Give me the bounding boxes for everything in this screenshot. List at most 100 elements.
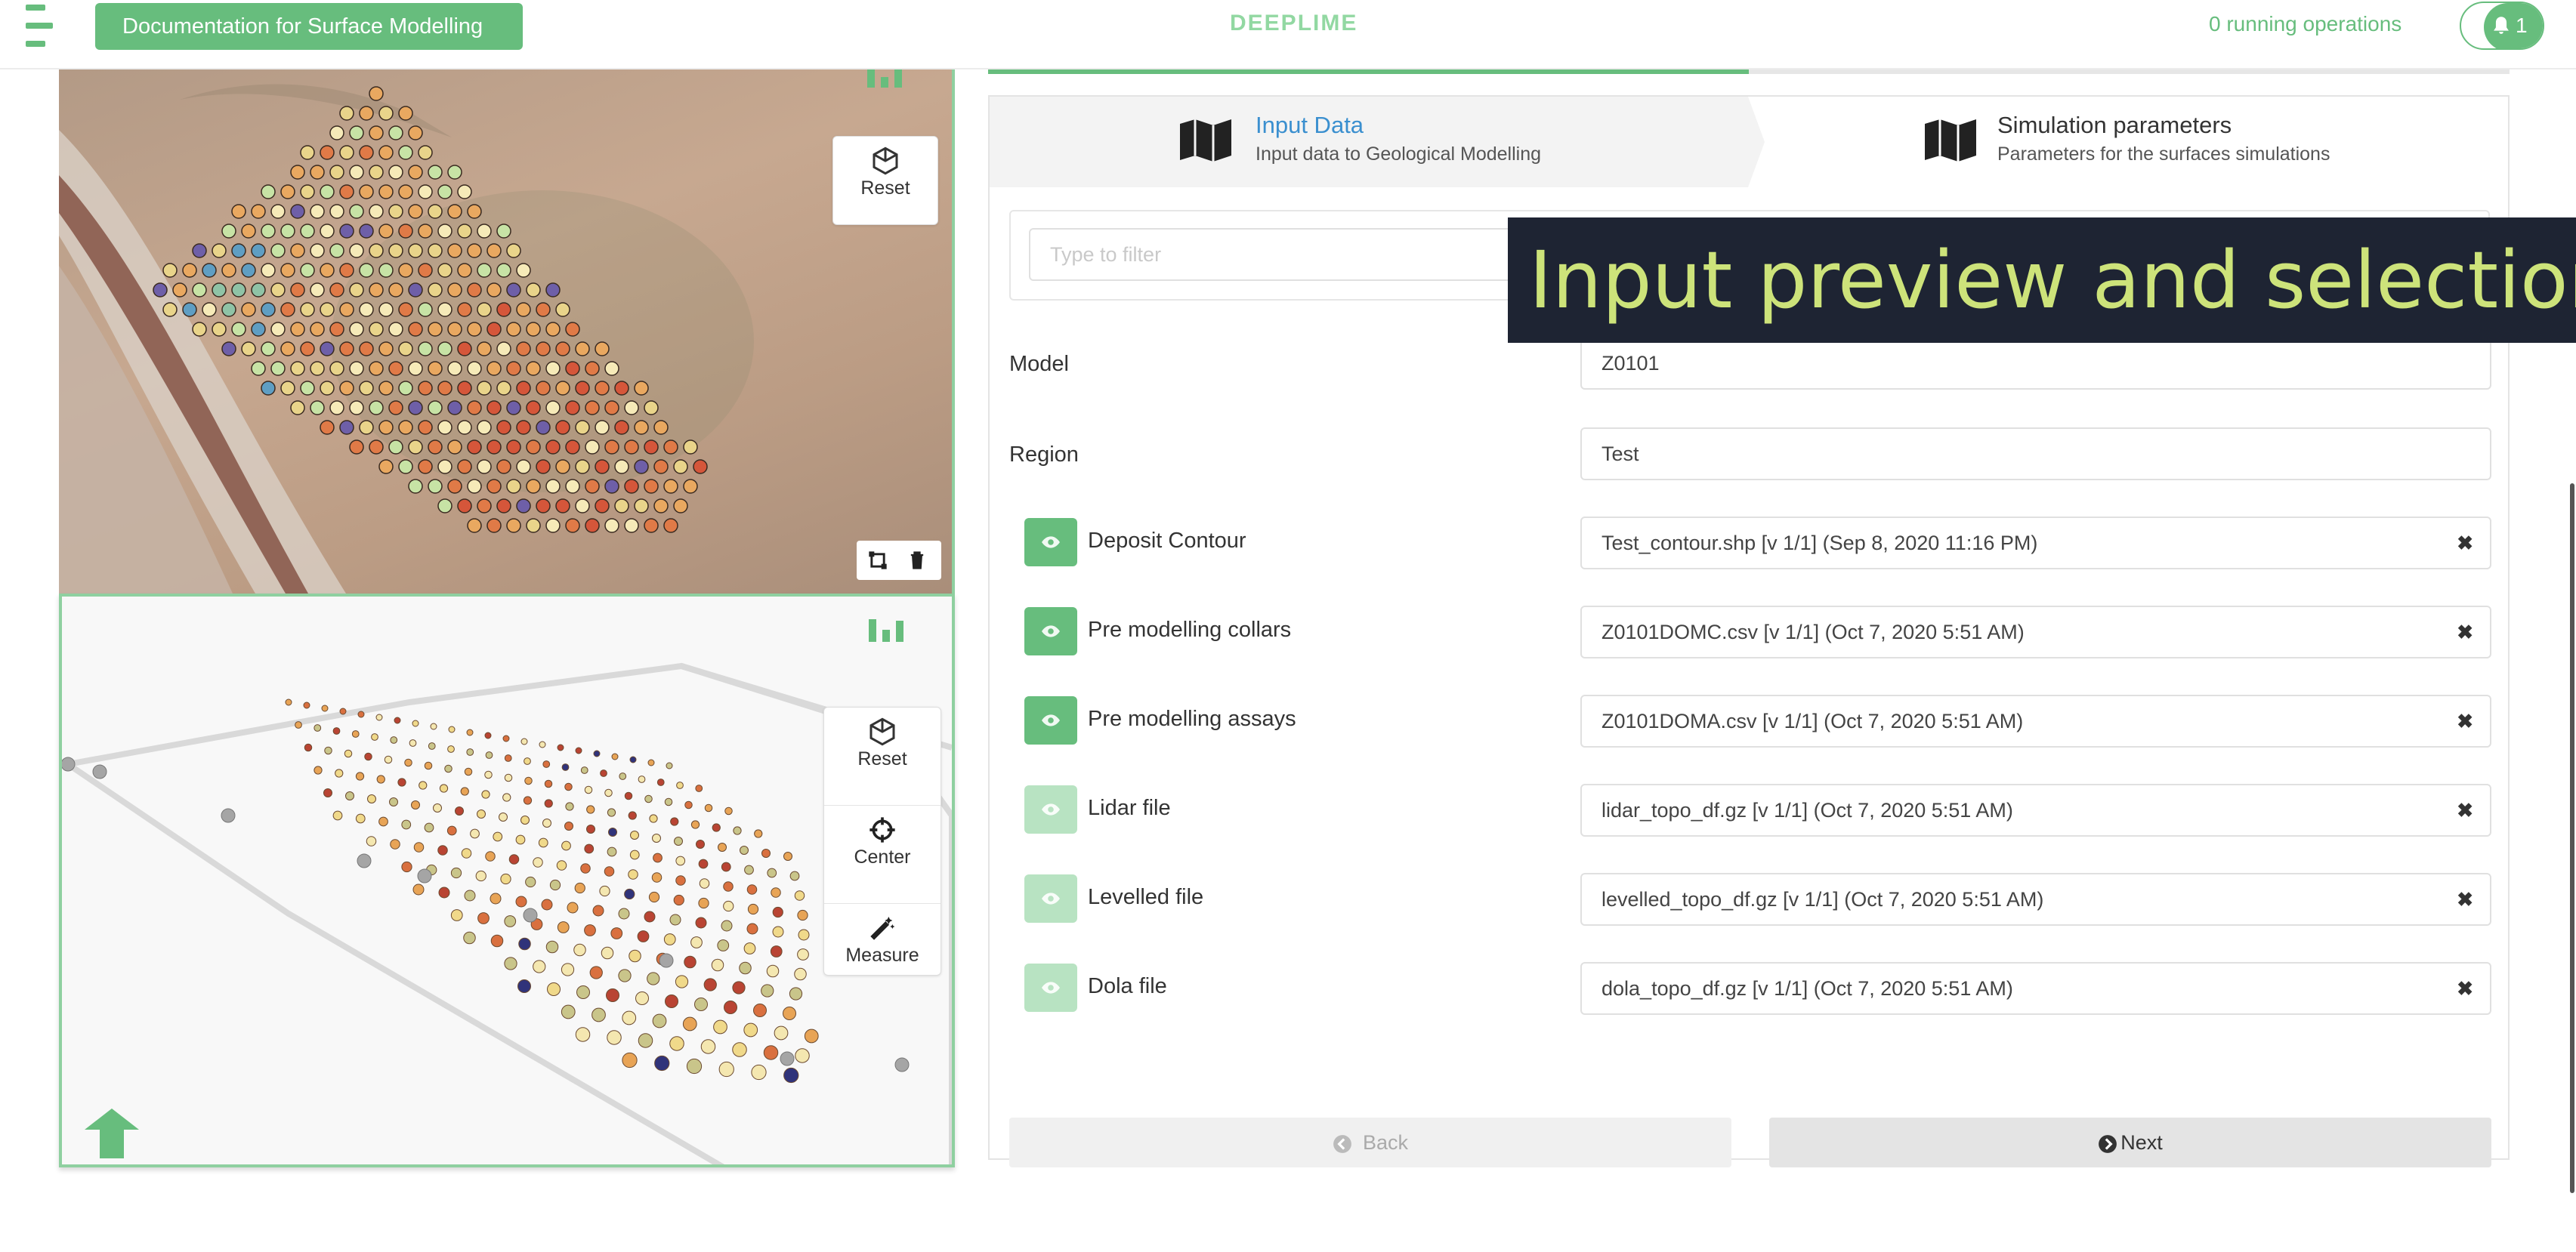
sample-point [486, 439, 502, 455]
sample-sphere [649, 814, 658, 823]
chart-toggle-icon[interactable] [866, 615, 908, 642]
collar-point [92, 764, 107, 779]
back-button[interactable]: Back [1009, 1118, 1731, 1167]
reset-view-button[interactable]: Reset [832, 136, 938, 225]
measure-button[interactable]: Measure [824, 913, 941, 1002]
model-label: Model [1009, 352, 1069, 376]
clear-icon[interactable]: ✖ [2457, 874, 2473, 924]
visibility-toggle[interactable] [1024, 607, 1077, 655]
sample-point [437, 224, 452, 239]
sample-sphere [339, 708, 347, 715]
step-input-data[interactable]: Input Data Input data to Geological Mode… [990, 97, 1765, 187]
sample-point [251, 204, 266, 219]
sample-sphere [698, 897, 709, 909]
sample-point [280, 263, 295, 278]
sample-sphere [630, 831, 639, 840]
sample-point [604, 518, 619, 533]
sample-point [467, 518, 482, 533]
sample-sphere [517, 979, 531, 993]
sample-sphere [437, 845, 448, 856]
progress-bar [988, 69, 2510, 74]
sample-point [506, 322, 521, 337]
sample-point [447, 165, 462, 180]
satellite-map[interactable]: Reset [59, 69, 955, 594]
step-simulation-parameters[interactable]: Simulation parameters Parameters for the… [1748, 97, 2508, 187]
sample-point [369, 86, 384, 101]
sample-point [398, 145, 413, 160]
sample-point [585, 518, 600, 533]
sample-sphere [629, 756, 637, 763]
input-file-select[interactable]: levelled_topo_df.gz [v 1/1] (Oct 7, 2020… [1580, 873, 2491, 926]
sample-sphere [545, 940, 559, 954]
clear-icon[interactable]: ✖ [2457, 964, 2473, 1013]
sample-point [457, 381, 472, 396]
visibility-toggle[interactable] [1024, 518, 1077, 566]
visibility-toggle[interactable] [1024, 696, 1077, 745]
model-field[interactable]: Z0101 [1580, 337, 2491, 390]
sample-point [408, 282, 423, 298]
sample-point [290, 282, 305, 298]
sample-point [270, 282, 286, 298]
sample-point [437, 341, 452, 356]
polygon-icon[interactable] [867, 550, 888, 571]
sample-sphere [732, 1042, 747, 1057]
sample-point [624, 479, 639, 494]
reset-3d-button[interactable]: Reset [824, 717, 941, 806]
input-file-value: lidar_topo_df.gz [v 1/1] (Oct 7, 2020 5:… [1602, 799, 2013, 822]
sample-point [153, 282, 168, 298]
sample-point [575, 498, 590, 513]
map-icon [1180, 119, 1231, 162]
menu-icon[interactable] [26, 5, 53, 47]
trash-icon[interactable] [907, 550, 928, 571]
visibility-toggle[interactable] [1024, 964, 1077, 1012]
sample-sphere [721, 920, 733, 932]
sample-sphere [378, 816, 388, 827]
visibility-toggle[interactable] [1024, 785, 1077, 834]
sample-point [202, 302, 217, 317]
sample-point [545, 282, 561, 298]
sample-sphere [533, 960, 546, 973]
visibility-toggle[interactable] [1024, 874, 1077, 923]
region-field[interactable]: Test [1580, 427, 2491, 480]
chart-toggle-icon[interactable] [864, 69, 907, 88]
reset-label: Reset [860, 177, 910, 199]
documentation-button[interactable]: Documentation for Surface Modelling [95, 3, 523, 50]
notifications-toggle[interactable]: 1 [2460, 2, 2544, 50]
center-button[interactable]: Center [824, 815, 941, 904]
arrow-left-icon [1333, 1134, 1351, 1153]
sample-sphere [797, 948, 809, 961]
sample-point [604, 439, 619, 455]
sample-point [526, 439, 541, 455]
input-file-select[interactable]: dola_topo_df.gz [v 1/1] (Oct 7, 2020 5:5… [1580, 962, 2491, 1015]
sample-point [555, 381, 570, 396]
sample-point [428, 204, 443, 219]
sample-point [300, 224, 315, 239]
sample-sphere [747, 903, 759, 915]
sample-sphere [344, 749, 353, 758]
sample-point [300, 341, 315, 356]
scrollbar[interactable] [2570, 483, 2574, 1193]
sample-point [428, 400, 443, 415]
input-file-select[interactable]: Z0101DOMA.csv [v 1/1] (Oct 7, 2020 5:51 … [1580, 695, 2491, 748]
sample-sphere [366, 836, 377, 846]
next-button[interactable]: Next [1769, 1118, 2491, 1167]
input-file-select[interactable]: Test_contour.shp [v 1/1] (Sep 8, 2020 11… [1580, 517, 2491, 569]
sample-sphere [638, 1033, 653, 1048]
sample-point [378, 263, 394, 278]
running-operations[interactable]: 0 running operations [2209, 12, 2401, 36]
3d-view[interactable]: Reset Center Measure [59, 594, 955, 1167]
clear-icon[interactable]: ✖ [2457, 785, 2473, 835]
sample-point [359, 145, 374, 160]
clear-icon[interactable]: ✖ [2457, 518, 2473, 568]
sample-sphere [608, 828, 617, 837]
clear-icon[interactable]: ✖ [2457, 696, 2473, 746]
sample-sphere [504, 957, 517, 970]
sample-point [526, 400, 541, 415]
input-file-select[interactable]: Z0101DOMC.csv [v 1/1] (Oct 7, 2020 5:51 … [1580, 606, 2491, 658]
input-file-value: Z0101DOMC.csv [v 1/1] (Oct 7, 2020 5:51 … [1602, 621, 2025, 643]
sample-point [634, 459, 649, 474]
clear-icon[interactable]: ✖ [2457, 607, 2473, 657]
sample-sphere [504, 773, 513, 782]
input-file-select[interactable]: lidar_topo_df.gz [v 1/1] (Oct 7, 2020 5:… [1580, 784, 2491, 837]
cube-icon [869, 717, 895, 746]
